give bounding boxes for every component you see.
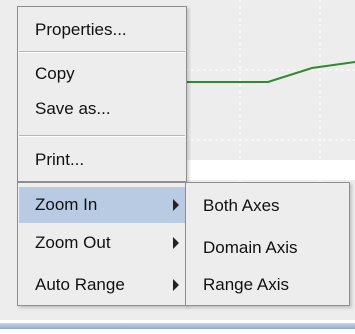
context-menu: Properties... Copy Save as... Print... bbox=[17, 6, 187, 182]
menu-separator bbox=[19, 51, 185, 53]
menu-item-label: Save as... bbox=[35, 99, 111, 118]
menu-item-label: Properties... bbox=[35, 20, 127, 39]
zoom-in-submenu: Both Axes Domain Axis Range Axis bbox=[185, 182, 350, 306]
submenu-item-domain-axis[interactable]: Domain Axis bbox=[187, 229, 348, 267]
submenu-arrow-icon bbox=[173, 237, 179, 249]
menu-item-properties[interactable]: Properties... bbox=[19, 13, 185, 47]
menu-item-label: Zoom Out bbox=[35, 233, 111, 252]
submenu-arrow-icon bbox=[173, 199, 179, 211]
menu-item-copy[interactable]: Copy bbox=[19, 59, 185, 89]
menu-item-zoom-in[interactable]: Zoom In bbox=[19, 187, 185, 223]
series-line bbox=[185, 61, 355, 83]
submenu-item-both-axes[interactable]: Both Axes bbox=[187, 187, 348, 225]
menu-item-auto-range[interactable]: Auto Range bbox=[19, 267, 185, 303]
menu-item-label: Zoom In bbox=[35, 195, 98, 214]
menu-item-print[interactable]: Print... bbox=[19, 143, 185, 177]
menu-item-label: Auto Range bbox=[35, 275, 125, 294]
submenu-arrow-icon bbox=[173, 279, 179, 291]
plot-bottom-edge bbox=[185, 160, 355, 180]
menu-item-save-as[interactable]: Save as... bbox=[19, 91, 185, 127]
zoom-menu: Zoom In Zoom Out Auto Range bbox=[17, 182, 187, 306]
menu-item-label: Range Axis bbox=[203, 275, 289, 294]
menu-item-label: Copy bbox=[35, 64, 75, 83]
submenu-item-range-axis[interactable]: Range Axis bbox=[187, 267, 348, 303]
menu-separator bbox=[19, 135, 185, 137]
menu-item-label: Both Axes bbox=[203, 196, 280, 215]
window-bottom-bar bbox=[0, 323, 355, 329]
menu-item-label: Domain Axis bbox=[203, 238, 298, 257]
menu-item-zoom-out[interactable]: Zoom Out bbox=[19, 225, 185, 261]
menu-item-label: Print... bbox=[35, 150, 85, 169]
